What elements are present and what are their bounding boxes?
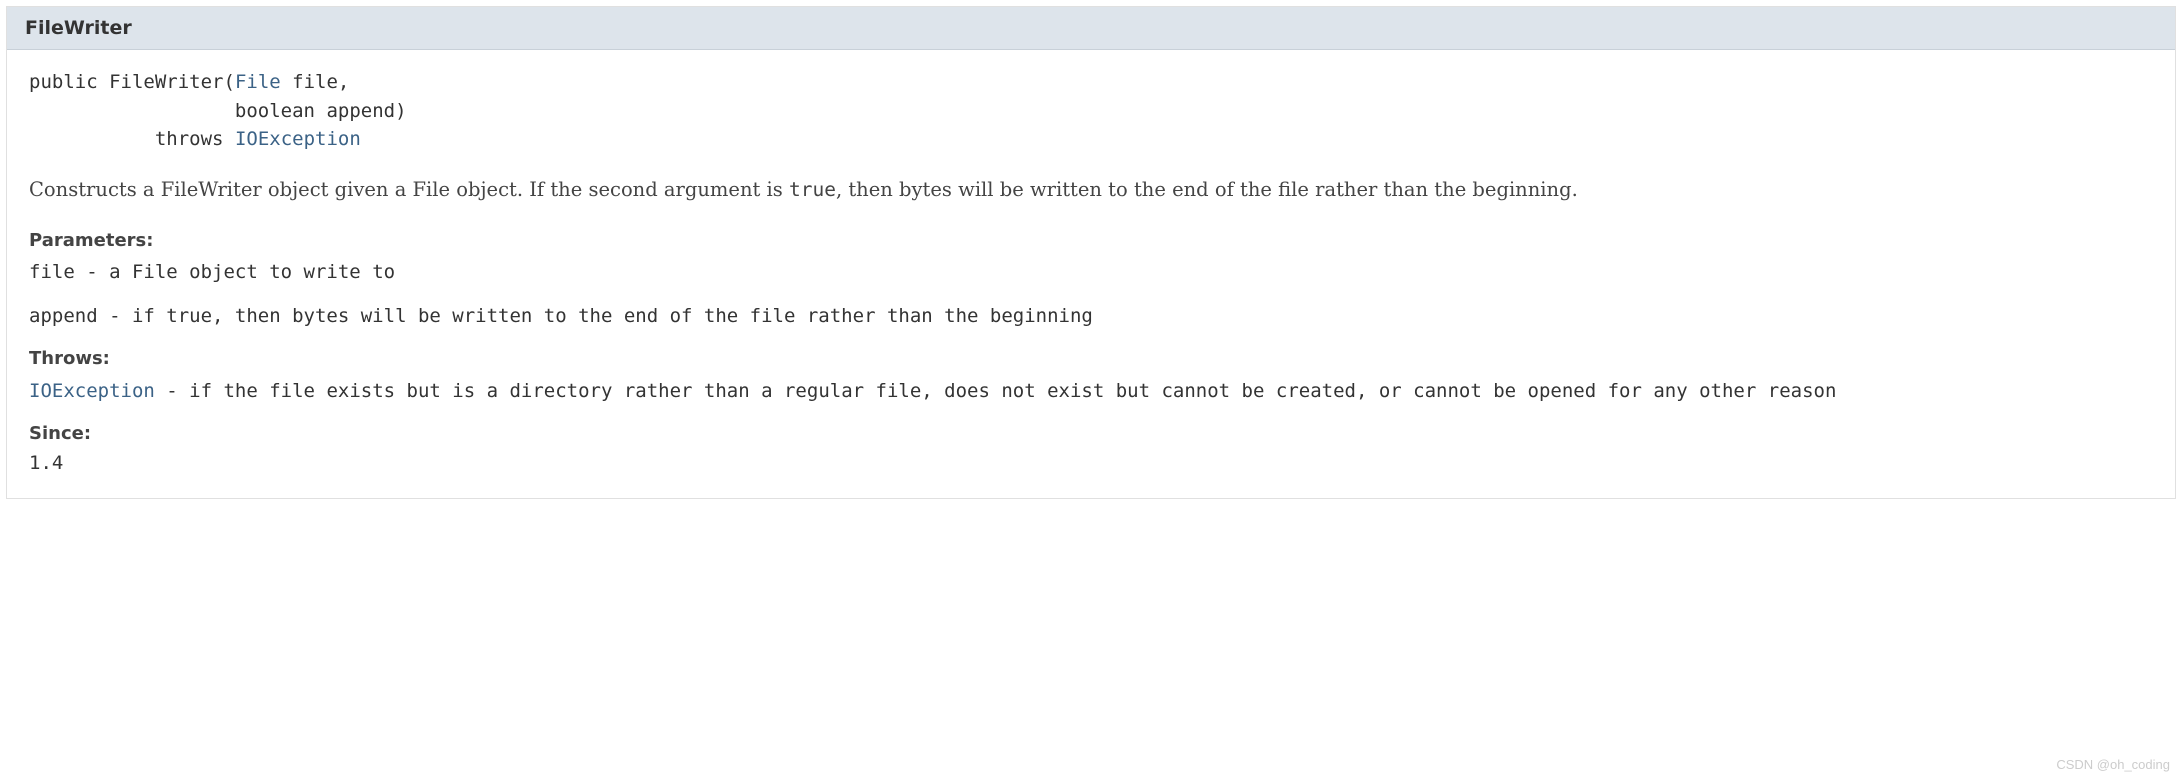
- constructor-title: FileWriter: [25, 17, 2157, 39]
- param-name: append: [29, 305, 98, 327]
- desc-part2: , then bytes will be written to the end …: [836, 178, 1578, 201]
- modifier: public: [29, 71, 98, 93]
- doc-body: public FileWriter(File file, boolean app…: [7, 50, 2175, 498]
- param-name: file: [29, 261, 75, 283]
- param-append: append - if true, then bytes will be wri…: [29, 303, 2153, 330]
- param-desc: if true, then bytes will be written to t…: [132, 305, 1093, 327]
- param2-name: append: [326, 100, 395, 122]
- watermark: CSDN @oh_coding: [2056, 757, 2170, 772]
- throws-item: IOException - if the file exists but is …: [29, 377, 2153, 406]
- param-desc: a File object to write to: [109, 261, 395, 283]
- throws-label: Throws:: [29, 348, 2153, 369]
- method-signature: public FileWriter(File file, boolean app…: [29, 68, 2153, 154]
- throws-desc: if the file exists but is a directory ra…: [189, 380, 1836, 402]
- param-sep: -: [75, 261, 109, 283]
- param1-name: file: [292, 71, 338, 93]
- param-file: file - a File object to write to: [29, 259, 2153, 286]
- throws-sep: -: [155, 380, 189, 402]
- param-sep: -: [98, 305, 132, 327]
- ioexception-throws-link[interactable]: IOException: [29, 380, 155, 402]
- since-value: 1.4: [29, 452, 2153, 474]
- parameters-label: Parameters:: [29, 230, 2153, 251]
- ioexception-type-link[interactable]: IOException: [235, 128, 361, 150]
- desc-part1: Constructs a FileWriter object given a F…: [29, 178, 789, 201]
- desc-code: true: [789, 178, 836, 201]
- constructor-description: Constructs a FileWriter object given a F…: [29, 176, 2153, 204]
- file-type-link[interactable]: File: [235, 71, 281, 93]
- throws-kw: throws: [155, 128, 224, 150]
- doc-container: FileWriter public FileWriter(File file, …: [6, 6, 2176, 499]
- since-label: Since:: [29, 423, 2153, 444]
- param2-type: boolean: [235, 100, 315, 122]
- ctor-name: FileWriter: [109, 71, 223, 93]
- section-header: FileWriter: [7, 7, 2175, 50]
